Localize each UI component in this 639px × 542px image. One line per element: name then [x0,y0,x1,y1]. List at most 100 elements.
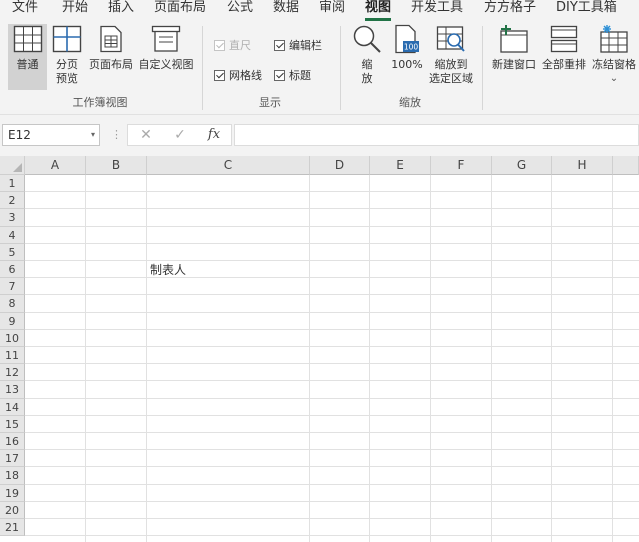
custom-views-button[interactable]: 自定义视图 [136,24,196,90]
gridline-row [25,500,639,502]
tab-formulas[interactable]: 公式 [227,0,253,22]
cell-c6[interactable]: 制表人 [150,262,186,279]
zoom-group-label: 缩放 [399,96,421,109]
page-break-preview-label: 分页 预览 [56,58,78,85]
gridline-column [612,175,613,542]
row-header-4[interactable]: 4 [0,226,25,244]
gridline-row [25,242,639,244]
row-header-14[interactable]: 14 [0,398,25,416]
gridline-row [25,225,639,227]
group-divider [482,26,483,110]
zoom-100-icon: 100 [394,24,420,54]
group-divider [340,26,341,110]
zoom-100-button[interactable]: 100 100% [390,24,424,90]
checkbox-check-icon [274,69,285,81]
row-header-16[interactable]: 16 [0,433,25,451]
new-window-label: 新建窗口 [492,58,536,71]
normal-view-button[interactable]: 普通 [8,24,47,90]
cancel-icon[interactable]: ✕ [134,126,158,144]
gridline-row [25,432,639,433]
name-box[interactable]: E12 ▾ [2,124,100,146]
tab-file[interactable]: 文件 [12,0,38,22]
column-header-partial[interactable] [613,156,639,175]
gridline-row [25,449,639,451]
checkbox-check-icon [214,39,225,51]
gridline-row [25,294,639,296]
tab-review[interactable]: 审阅 [319,0,345,22]
row-header-10[interactable]: 10 [0,329,25,347]
gridline-row [25,535,639,537]
column-header-d[interactable]: D [310,156,370,175]
ruler-checkbox[interactable]: 直尺 [214,37,251,53]
row-header-7[interactable]: 7 [0,278,25,296]
formula-buttons: ✕ ✓ fx [127,124,232,146]
row-header-13[interactable]: 13 [0,381,25,399]
page-layout-view-button[interactable]: 页面布局 [87,24,135,90]
row-header-20[interactable]: 20 [0,501,25,519]
zoom-button[interactable]: 缩放 [350,24,384,90]
tab-data[interactable]: 数据 [273,0,299,22]
gridline-column [309,175,310,542]
gridline-row [25,483,639,485]
tab-page-layout[interactable]: 页面布局 [154,0,206,22]
gridline-row [25,311,639,313]
gridline-row [25,518,639,519]
tab-insert[interactable]: 插入 [108,0,134,22]
row-header-18[interactable]: 18 [0,467,25,485]
column-header-f[interactable]: F [431,156,492,175]
gridline-row [25,380,639,382]
show-group-label: 显示 [259,96,281,109]
drag-handle-icon[interactable]: ⋮ [111,128,122,141]
tab-diy-toolbox[interactable]: DIY工具箱 [556,0,617,22]
gridline-column [369,175,370,542]
gridline-row [25,208,639,210]
row-header-11[interactable]: 11 [0,347,25,365]
headings-checkbox[interactable]: 标题 [274,67,311,83]
tab-developer[interactable]: 开发工具 [411,0,463,22]
row-header-8[interactable]: 8 [0,295,25,313]
workbook-views-group-label: 工作簿视图 [72,96,128,109]
spreadsheet-grid[interactable]: A B C D E F G H 1 2 3 4 5 6 7 8 9 10 11 12 13 14 15 16 17 18 19 20 2… [0,156,639,542]
select-all-corner[interactable] [0,156,25,175]
zoom-to-selection-button[interactable]: 缩放到 选定区域 [427,24,475,90]
zoom-to-selection-icon [436,24,466,54]
chevron-down-icon[interactable]: ▾ [91,125,95,145]
tab-view[interactable]: 视图 [365,0,392,22]
column-header-h[interactable]: H [552,156,613,175]
confirm-icon[interactable]: ✓ [168,126,192,144]
row-header-5[interactable]: 5 [0,243,25,261]
row-header-21[interactable]: 21 [0,519,25,537]
cell-reference: E12 [8,128,31,142]
custom-views-label: 自定义视图 [138,58,194,71]
column-header-b[interactable]: B [86,156,147,175]
magnifier-icon [352,24,382,54]
row-header-2[interactable]: 2 [0,192,25,210]
row-header-1[interactable]: 1 [0,175,25,193]
column-header-a[interactable]: A [25,156,86,175]
new-window-button[interactable]: 新建窗口 [490,24,538,90]
row-header-3[interactable]: 3 [0,209,25,227]
row-header-15[interactable]: 15 [0,415,25,433]
row-header-17[interactable]: 17 [0,450,25,468]
column-header-e[interactable]: E [370,156,431,175]
arrange-all-icon [550,24,578,54]
page-break-preview-button[interactable]: 分页 预览 [49,24,85,90]
tab-fangfang[interactable]: 方方格子 [484,0,536,22]
gridlines-checkbox[interactable]: 网格线 [214,67,262,83]
row-header-9[interactable]: 9 [0,312,25,330]
gridline-row [25,414,639,416]
checkbox-check-icon [274,39,285,51]
row-header-6[interactable]: 6 [0,261,25,279]
gridline-column [491,175,492,542]
column-header-g[interactable]: G [492,156,552,175]
arrange-all-button[interactable]: 全部重排 [540,24,588,90]
row-header-12[interactable]: 12 [0,364,25,382]
insert-function-icon[interactable]: fx [202,126,226,144]
row-header-19[interactable]: 19 [0,484,25,502]
tab-home[interactable]: 开始 [62,0,88,22]
formula-bar-checkbox[interactable]: 编辑栏 [274,37,322,53]
formula-bar: E12 ▾ ⋮ ✕ ✓ fx [0,115,639,156]
column-header-c[interactable]: C [147,156,310,175]
formula-input[interactable] [234,124,639,146]
freeze-panes-button[interactable]: 冻结窗格 ⌄ [590,24,638,104]
